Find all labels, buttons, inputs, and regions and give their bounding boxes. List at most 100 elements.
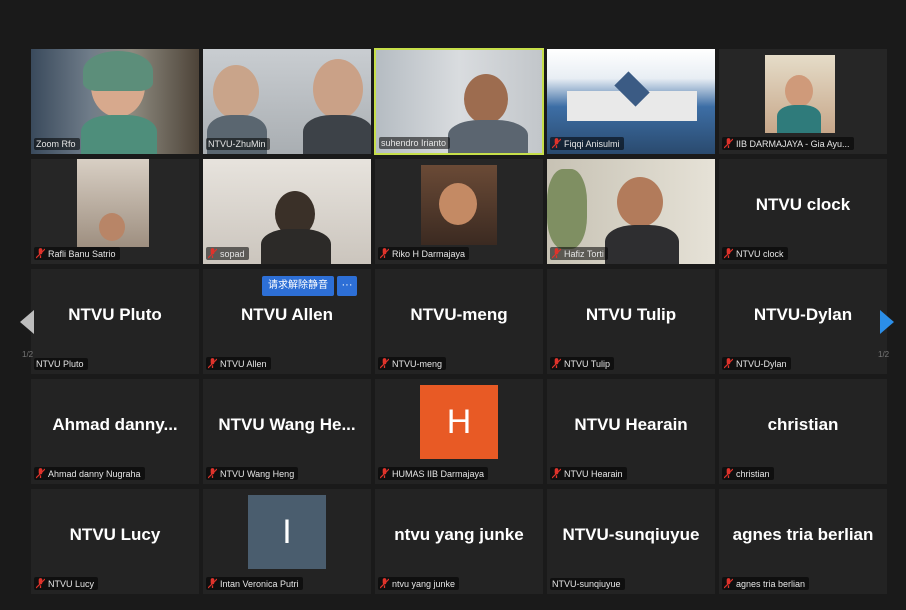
participant-display-name: NTVU-Dylan xyxy=(753,305,853,324)
participant-name: Rafli Banu Satrio xyxy=(48,248,116,259)
participant-name-label: NTVU-Dylan xyxy=(722,357,791,370)
participant-name: NTVU-meng xyxy=(392,358,443,369)
chevron-right-icon[interactable] xyxy=(880,310,894,334)
participant-display-name: NTVU Pluto xyxy=(68,305,162,324)
participant-tile[interactable]: christian christian xyxy=(718,378,888,485)
mic-muted-icon xyxy=(380,578,389,589)
participant-name: Zoom Rfo xyxy=(36,139,76,149)
participant-name-label: NTVU Pluto xyxy=(34,358,88,370)
participant-name: NTVU Wang Heng xyxy=(220,468,295,479)
more-options-button[interactable]: ··· xyxy=(337,276,357,296)
participant-tile[interactable]: NTVU Wang He... NTVU Wang Heng xyxy=(202,378,372,485)
participant-name: ntvu yang junke xyxy=(392,578,456,589)
participant-name-label: NTVU Allen xyxy=(206,357,271,370)
mic-muted-icon xyxy=(552,138,561,149)
participant-display-name: NTVU Wang He... xyxy=(218,415,356,434)
participant-name: christian xyxy=(736,468,770,479)
participant-name-label: NTVU Lucy xyxy=(34,577,99,590)
participant-tile-active-speaker[interactable]: suhendro Irianto xyxy=(374,48,544,155)
participant-name-label: NTVU-sunqiuyue xyxy=(550,578,625,590)
zoom-gallery-view: Zoom Rfo NTVU-ZhuMin suhendro Irianto Fi… xyxy=(0,0,906,610)
mic-muted-icon xyxy=(380,248,389,259)
participant-name: NTVU Lucy xyxy=(48,578,95,589)
participant-name-label: Fiqqi Anisulmi xyxy=(550,137,624,150)
participant-name-label: agnes tria berlian xyxy=(722,577,810,590)
mic-muted-icon xyxy=(208,578,217,589)
participant-tile[interactable]: NTVU-sunqiuyue NTVU-sunqiuyue xyxy=(546,488,716,595)
participant-tile[interactable]: Zoom Rfo xyxy=(30,48,200,155)
participant-name: Hafiz Torti xyxy=(564,248,604,259)
participant-name-label: Rafli Banu Satrio xyxy=(34,247,120,260)
participant-name-label: ntvu yang junke xyxy=(378,577,460,590)
participant-tile[interactable]: NTVU Hearain NTVU Hearain xyxy=(546,378,716,485)
participant-grid: Zoom Rfo NTVU-ZhuMin suhendro Irianto Fi… xyxy=(30,48,888,602)
participant-name-label: sopad xyxy=(206,247,249,260)
page-indicator-left: 1/2 xyxy=(22,350,34,359)
participant-name: Intan Veronica Putri xyxy=(220,578,299,589)
participant-name: IIB DARMAJAYA - Gia Ayu... xyxy=(736,138,850,149)
participant-tile[interactable]: NTVU-meng NTVU-meng xyxy=(374,268,544,375)
participant-tile[interactable]: NTVU-Dylan NTVU-Dylan xyxy=(718,268,888,375)
participant-name: NTVU-sunqiuyue xyxy=(552,579,621,589)
participant-display-name: NTVU Allen xyxy=(241,305,333,324)
participant-name: sopad xyxy=(220,248,245,259)
participant-name-label: NTVU clock xyxy=(722,247,788,260)
participant-avatar: I xyxy=(248,495,326,569)
participant-name-label: NTVU Hearain xyxy=(550,467,627,480)
mic-muted-icon xyxy=(552,248,561,259)
participant-name: NTVU clock xyxy=(736,248,784,259)
participant-display-name: NTVU Hearain xyxy=(574,415,688,434)
participant-name-label: Riko H Darmajaya xyxy=(378,247,470,260)
participant-display-name: NTVU clock xyxy=(755,195,851,214)
mic-muted-icon xyxy=(380,468,389,479)
participant-tile[interactable]: NTVU Lucy NTVU Lucy xyxy=(30,488,200,595)
participant-name-label: suhendro Irianto xyxy=(379,137,451,149)
participant-name: NTVU-Dylan xyxy=(736,358,787,369)
participant-name-label: HUMAS IIB Darmajaya xyxy=(378,467,489,480)
participant-name: suhendro Irianto xyxy=(381,138,447,148)
participant-avatar: H xyxy=(420,385,498,459)
participant-name: HUMAS IIB Darmajaya xyxy=(392,468,485,479)
avatar-letter: H xyxy=(446,402,472,441)
participant-tile[interactable]: I Intan Veronica Putri xyxy=(202,488,372,595)
participant-tile[interactable]: NTVU clock NTVU clock xyxy=(718,158,888,265)
participant-display-name: agnes tria berlian xyxy=(732,525,874,544)
participant-tile[interactable]: IIB DARMAJAYA - Gia Ayu... xyxy=(718,48,888,155)
participant-tile[interactable]: agnes tria berlian agnes tria berlian xyxy=(718,488,888,595)
participant-display-name: NTVU Lucy xyxy=(69,525,161,544)
participant-tile[interactable]: NTVU-ZhuMin xyxy=(202,48,372,155)
participant-name: Fiqqi Anisulmi xyxy=(564,138,620,149)
participant-name-label: christian xyxy=(722,467,774,480)
participant-name-label: NTVU-meng xyxy=(378,357,447,370)
participant-tile[interactable]: sopad xyxy=(202,158,372,265)
participant-tile[interactable]: H HUMAS IIB Darmajaya xyxy=(374,378,544,485)
mic-muted-icon xyxy=(724,578,733,589)
chevron-left-icon[interactable] xyxy=(20,310,34,334)
participant-name-label: NTVU Tulip xyxy=(550,357,615,370)
participant-tile[interactable]: Hafiz Torti xyxy=(546,158,716,265)
participant-tile[interactable]: Rafli Banu Satrio xyxy=(30,158,200,265)
participant-name-label: Hafiz Torti xyxy=(550,247,608,260)
participant-name: NTVU Allen xyxy=(220,358,267,369)
participant-display-name: NTVU-sunqiuyue xyxy=(562,525,700,544)
participant-display-name: NTVU-meng xyxy=(410,305,508,324)
participant-tile[interactable]: NTVU Pluto NTVU Pluto xyxy=(30,268,200,375)
mic-muted-icon xyxy=(724,138,733,149)
participant-name: NTVU Pluto xyxy=(36,359,84,369)
participant-name: Ahmad danny Nugraha xyxy=(48,468,141,479)
participant-tile[interactable]: ntvu yang junke ntvu yang junke xyxy=(374,488,544,595)
participant-tile[interactable]: Ahmad danny... Ahmad danny Nugraha xyxy=(30,378,200,485)
participant-name-label: NTVU-ZhuMin xyxy=(206,138,270,150)
mic-muted-icon xyxy=(724,468,733,479)
participant-name: agnes tria berlian xyxy=(736,578,806,589)
ask-to-unmute-button[interactable]: 请求解除静音 xyxy=(262,276,334,296)
participant-name: NTVU Tulip xyxy=(564,358,611,369)
mic-muted-icon xyxy=(36,248,45,259)
participant-name-label: Ahmad danny Nugraha xyxy=(34,467,145,480)
participant-tile[interactable]: Riko H Darmajaya xyxy=(374,158,544,265)
participant-tile[interactable]: Fiqqi Anisulmi xyxy=(546,48,716,155)
participant-tile[interactable]: NTVU Tulip NTVU Tulip xyxy=(546,268,716,375)
participant-name-label: IIB DARMAJAYA - Gia Ayu... xyxy=(722,137,854,150)
mic-muted-icon xyxy=(724,358,733,369)
avatar-letter: I xyxy=(282,512,292,551)
